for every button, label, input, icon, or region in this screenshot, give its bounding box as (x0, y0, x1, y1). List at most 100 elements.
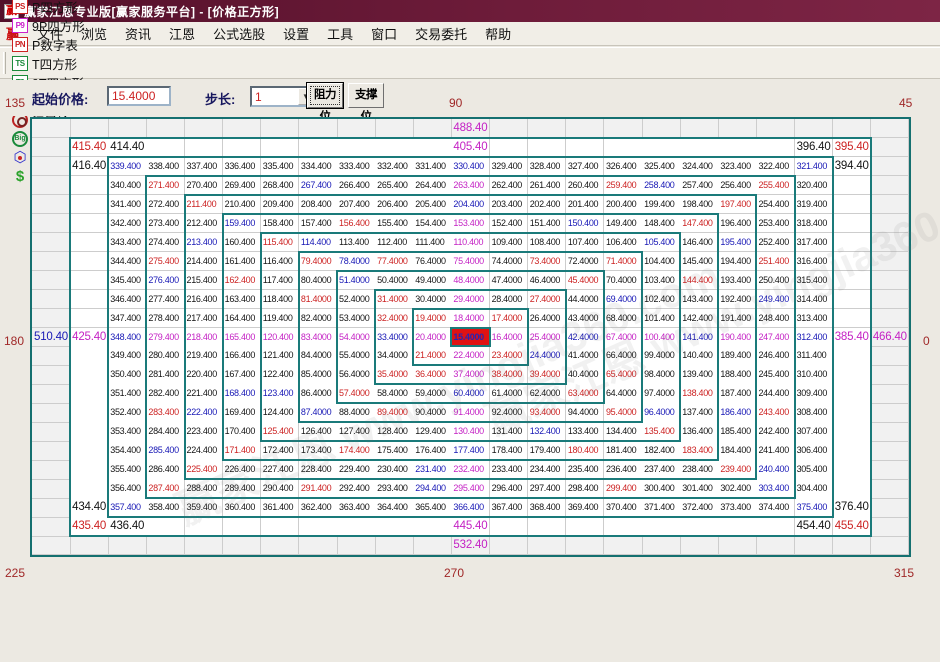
price-cell[interactable]: 49.4000 (413, 271, 452, 290)
price-cell[interactable]: 293.400 (375, 479, 414, 498)
price-cell[interactable]: 268.400 (261, 176, 300, 195)
price-cell[interactable]: 227.400 (261, 460, 300, 479)
price-cell[interactable]: 356.400 (108, 479, 147, 498)
price-cell[interactable]: 53.4000 (337, 309, 376, 328)
price-cell[interactable]: 50.4000 (375, 271, 414, 290)
price-cell[interactable]: 344.400 (108, 252, 147, 271)
price-cell[interactable]: 276.400 (146, 271, 185, 290)
price-cell[interactable]: 70.4000 (604, 271, 643, 290)
price-cell[interactable]: 36.4000 (413, 365, 452, 384)
menu-item-窗口[interactable]: 窗口 (362, 25, 406, 44)
price-cell[interactable]: 41.4000 (566, 346, 605, 365)
price-cell[interactable]: 327.400 (566, 157, 605, 176)
price-cell[interactable]: 176.400 (413, 441, 452, 460)
price-cell[interactable]: 245.400 (756, 365, 795, 384)
price-cell[interactable]: 65.4000 (604, 365, 643, 384)
price-cell[interactable]: 89.4000 (375, 403, 414, 422)
price-cell[interactable]: 333.400 (337, 157, 376, 176)
price-cell[interactable]: 274.400 (146, 233, 185, 252)
price-cell[interactable]: 116.400 (261, 252, 300, 271)
price-cell[interactable]: 38.4000 (490, 365, 529, 384)
price-cell[interactable]: 253.400 (756, 214, 795, 233)
price-cell[interactable]: 466.40 (871, 328, 910, 347)
price-cell[interactable]: 90.4000 (413, 403, 452, 422)
price-cell[interactable]: 91.4000 (451, 403, 490, 422)
price-cell[interactable]: 240.400 (756, 460, 795, 479)
price-cell[interactable]: 105.400 (642, 233, 681, 252)
price-cell[interactable]: 207.400 (337, 195, 376, 214)
price-cell[interactable]: 187.400 (718, 384, 757, 403)
price-cell[interactable]: 295.400 (451, 479, 490, 498)
price-cell[interactable]: 434.40 (70, 498, 109, 517)
price-cell[interactable]: 367.400 (490, 498, 529, 517)
price-cell[interactable]: 206.400 (375, 195, 414, 214)
price-cell[interactable]: 131.400 (490, 422, 529, 441)
price-cell[interactable]: 215.400 (185, 271, 224, 290)
price-cell[interactable]: 316.400 (795, 252, 834, 271)
price-cell[interactable]: 339.400 (108, 157, 147, 176)
price-cell[interactable]: 185.400 (718, 422, 757, 441)
price-cell[interactable]: 175.400 (375, 441, 414, 460)
price-cell[interactable]: 340.400 (108, 176, 147, 195)
price-cell[interactable]: 203.400 (490, 195, 529, 214)
price-cell[interactable]: 157.400 (299, 214, 338, 233)
price-cell[interactable]: 445.40 (451, 517, 490, 536)
price-cell[interactable]: 302.400 (718, 479, 757, 498)
price-cell[interactable]: 385.40 (833, 328, 872, 347)
price-cell[interactable]: 108.400 (528, 233, 567, 252)
price-cell[interactable]: 262.400 (490, 176, 529, 195)
price-cell[interactable]: 43.4000 (566, 309, 605, 328)
price-cell[interactable]: 168.400 (223, 384, 262, 403)
price-cell[interactable]: 184.400 (718, 441, 757, 460)
price-cell[interactable]: 243.400 (756, 403, 795, 422)
price-cell[interactable]: 62.4000 (528, 384, 567, 403)
price-cell[interactable]: 100.400 (642, 328, 681, 347)
price-cell[interactable]: 34.4000 (375, 346, 414, 365)
price-cell[interactable]: 322.400 (756, 157, 795, 176)
price-cell[interactable]: 285.400 (146, 441, 185, 460)
price-cell[interactable]: 155.400 (375, 214, 414, 233)
price-cell[interactable]: 73.4000 (528, 252, 567, 271)
price-cell[interactable]: 319.400 (795, 195, 834, 214)
price-cell[interactable]: 510.40 (32, 328, 71, 347)
price-cell[interactable]: 122.400 (261, 365, 300, 384)
price-cell[interactable]: 364.400 (375, 498, 414, 517)
price-cell[interactable]: 106.400 (604, 233, 643, 252)
toolbar-button-P四方形[interactable]: PSP四方形 (12, 0, 85, 16)
price-cell[interactable]: 279.400 (146, 328, 185, 347)
price-cell[interactable]: 307.400 (795, 422, 834, 441)
price-cell[interactable]: 267.400 (299, 176, 338, 195)
price-cell[interactable]: 269.400 (223, 176, 262, 195)
price-cell[interactable]: 86.4000 (299, 384, 338, 403)
price-cell[interactable]: 37.4000 (451, 365, 490, 384)
price-cell[interactable]: 435.40 (70, 517, 109, 536)
price-cell[interactable]: 376.40 (833, 498, 872, 517)
price-cell[interactable]: 97.4000 (642, 384, 681, 403)
price-cell[interactable]: 118.400 (261, 290, 300, 309)
price-cell[interactable]: 277.400 (146, 290, 185, 309)
price-cell[interactable]: 109.400 (490, 233, 529, 252)
price-cell[interactable]: 85.4000 (299, 365, 338, 384)
price-cell[interactable]: 101.400 (642, 309, 681, 328)
price-cell[interactable]: 75.4000 (451, 252, 490, 271)
price-cell[interactable]: 242.400 (756, 422, 795, 441)
price-cell[interactable]: 98.4000 (642, 365, 681, 384)
price-cell[interactable]: 99.4000 (642, 346, 681, 365)
price-cell[interactable]: 231.400 (413, 460, 452, 479)
price-cell[interactable]: 260.400 (566, 176, 605, 195)
price-cell[interactable]: 218.400 (185, 328, 224, 347)
price-cell[interactable]: 208.400 (299, 195, 338, 214)
price-cell[interactable]: 137.400 (680, 403, 719, 422)
price-cell[interactable]: 138.400 (680, 384, 719, 403)
price-cell[interactable]: 81.4000 (299, 290, 338, 309)
price-cell[interactable]: 216.400 (185, 290, 224, 309)
price-cell[interactable]: 254.400 (756, 195, 795, 214)
price-cell[interactable]: 396.40 (795, 138, 834, 157)
price-cell[interactable]: 130.400 (451, 422, 490, 441)
price-cell[interactable]: 74.4000 (490, 252, 529, 271)
price-cell[interactable]: 226.400 (223, 460, 262, 479)
price-cell[interactable]: 129.400 (413, 422, 452, 441)
price-cell[interactable]: 26.4000 (528, 309, 567, 328)
price-cell[interactable]: 171.400 (223, 441, 262, 460)
price-cell[interactable]: 188.400 (718, 365, 757, 384)
